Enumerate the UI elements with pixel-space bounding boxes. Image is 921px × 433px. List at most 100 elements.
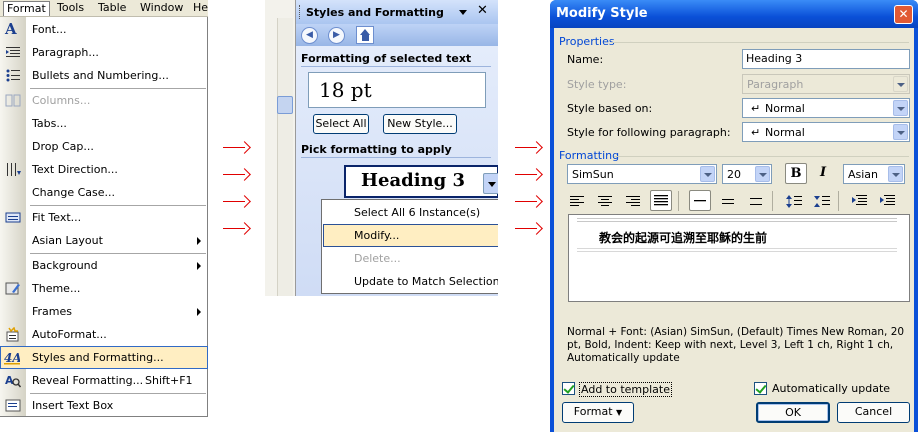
close-icon[interactable]: ✕ [477,4,488,18]
menu-item-font[interactable]: A Font... [0,18,208,41]
add-to-template-label[interactable]: Add to template [579,382,672,397]
align-right-icon[interactable] [622,191,644,212]
menu-item-text-direction[interactable]: Text Direction... [0,158,208,181]
menu-window[interactable]: Window [137,1,186,16]
menu-item-shortcut: Shift+F1 [145,374,193,387]
submenu-arrow-icon [197,237,201,245]
menu-item-paragraph[interactable]: Paragraph... [0,41,208,64]
chevron-down-icon[interactable] [888,166,903,182]
close-icon[interactable]: ✕ [894,5,913,24]
back-icon[interactable]: ◀ [301,27,318,44]
menu-item-autoformat[interactable]: AutoFormat... [0,323,208,346]
menu-item-bullets[interactable]: Bullets and Numbering... [0,64,208,87]
decrease-indent-icon[interactable] [848,191,870,212]
based-on-value: Normal [765,102,805,115]
preview-text: 教会的起源可追溯至耶稣的生前 [599,231,768,245]
bullets-icon [5,68,21,83]
task-pane-nav: ◀ ▶ [296,24,498,46]
align-center-icon[interactable] [594,191,616,212]
italic-button[interactable]: I [812,163,834,184]
home-icon[interactable] [356,26,374,44]
chevron-down-icon[interactable] [893,100,908,116]
menu-tools[interactable]: Tools [54,1,87,16]
menu-item-background[interactable]: Background [0,254,208,277]
menu-item-reveal-formatting[interactable]: A Reveal Formatting... Shift+F1 [0,369,208,392]
caret-down-icon: ▼ [616,408,623,417]
context-item-select-all-instances[interactable]: Select All 6 Instance(s) [323,201,498,224]
justify-icon[interactable] [650,190,672,211]
chevron-down-icon[interactable] [893,76,908,92]
name-label: Name: [567,53,604,66]
chevron-down-icon[interactable] [483,173,498,194]
space-before-increase-icon[interactable] [783,191,805,212]
menu-item-label: Font... [32,23,67,36]
following-paragraph-select[interactable]: ↵ Normal [742,122,910,142]
select-all-button[interactable]: Select All [313,114,369,134]
arrow-icon [515,168,543,181]
font-select[interactable]: SimSun [567,164,717,184]
current-formatting-box[interactable]: 18 pt [308,72,486,108]
menu-item-tabs[interactable]: Tabs... [0,112,208,135]
ok-button[interactable]: OK [756,402,830,423]
menu-item-change-case[interactable]: Change Case... [0,181,208,204]
paragraph-mark-icon: ↵ [751,102,761,115]
script-select[interactable]: Asian [843,164,905,184]
menu-item-insert-text-box[interactable]: Insert Text Box [0,394,208,417]
name-input[interactable]: Heading 3 [742,49,910,69]
font-a-icon: A [5,20,17,38]
menu-item-label: Fit Text... [32,211,82,224]
grip-icon[interactable] [299,5,301,19]
forward-icon[interactable]: ▶ [328,27,345,44]
menu-help[interactable]: He [190,1,211,16]
chevron-down-icon[interactable] [755,166,770,182]
font-size-select[interactable]: 20 [722,164,772,184]
menu-table[interactable]: Table [95,1,129,16]
menu-item-frames[interactable]: Frames [0,300,208,323]
style-type-select[interactable]: Paragraph [742,74,910,94]
add-to-template-checkbox[interactable] [562,382,575,395]
menu-item-label: Insert Text Box [32,399,114,412]
menu-item-label: Text Direction... [32,163,118,176]
context-item-delete[interactable]: Delete... [323,247,498,270]
format-button[interactable]: Format ▼ [562,402,634,423]
text-box-icon [5,398,21,413]
menu-item-columns[interactable]: Columns... [0,89,208,112]
chevron-down-icon[interactable] [893,124,908,140]
align-left-icon[interactable] [566,191,588,212]
based-on-select[interactable]: ↵ Normal [742,98,910,118]
menu-item-label: Asian Layout [32,234,103,247]
menu-item-label: Tabs... [32,117,67,130]
double-spacing-icon[interactable] [745,191,767,212]
task-pane: Styles and Formatting ✕ ◀ ▶ Formatting o… [295,0,498,296]
task-pane-title: Styles and Formatting [306,6,444,19]
toolbar-divider [838,191,839,211]
arrow-icon [223,222,251,235]
scrollbar-thumb[interactable] [277,96,293,114]
increase-indent-icon[interactable] [876,191,898,212]
context-item-modify[interactable]: Modify... [323,224,498,247]
new-style-button[interactable]: New Style... [383,114,457,134]
properties-group-label: Properties [559,35,615,48]
style-list-item-heading-3[interactable]: Heading 3 [344,165,498,198]
pick-formatting-label: Pick formatting to apply [301,143,452,156]
bold-button[interactable]: B [785,163,807,184]
context-item-update-to-match[interactable]: Update to Match Selection [323,270,498,293]
chevron-down-icon[interactable] [700,166,715,182]
vertical-scrollbar[interactable] [277,18,293,296]
dialog-title: Modify Style [556,6,648,21]
one-half-spacing-icon[interactable] [717,191,739,212]
single-spacing-icon[interactable] [689,190,711,211]
menu-item-drop-cap[interactable]: Drop Cap... [0,135,208,158]
arrow-icon [223,168,251,181]
menu-item-fit-text[interactable]: Fit Text... [0,206,208,229]
menu-item-asian-layout[interactable]: Asian Layout [0,229,208,252]
space-before-decrease-icon[interactable] [811,191,833,212]
menu-item-styles-and-formatting[interactable]: 4A Styles and Formatting... [0,346,208,369]
theme-icon [5,281,21,296]
cancel-button[interactable]: Cancel [837,402,910,423]
menu-item-theme[interactable]: Theme... [0,277,208,300]
menu-format[interactable]: Format [3,1,50,16]
automatically-update-label[interactable]: Automatically update [772,382,890,395]
pane-menu-dropdown-icon[interactable] [459,10,467,15]
automatically-update-checkbox[interactable] [754,382,767,395]
